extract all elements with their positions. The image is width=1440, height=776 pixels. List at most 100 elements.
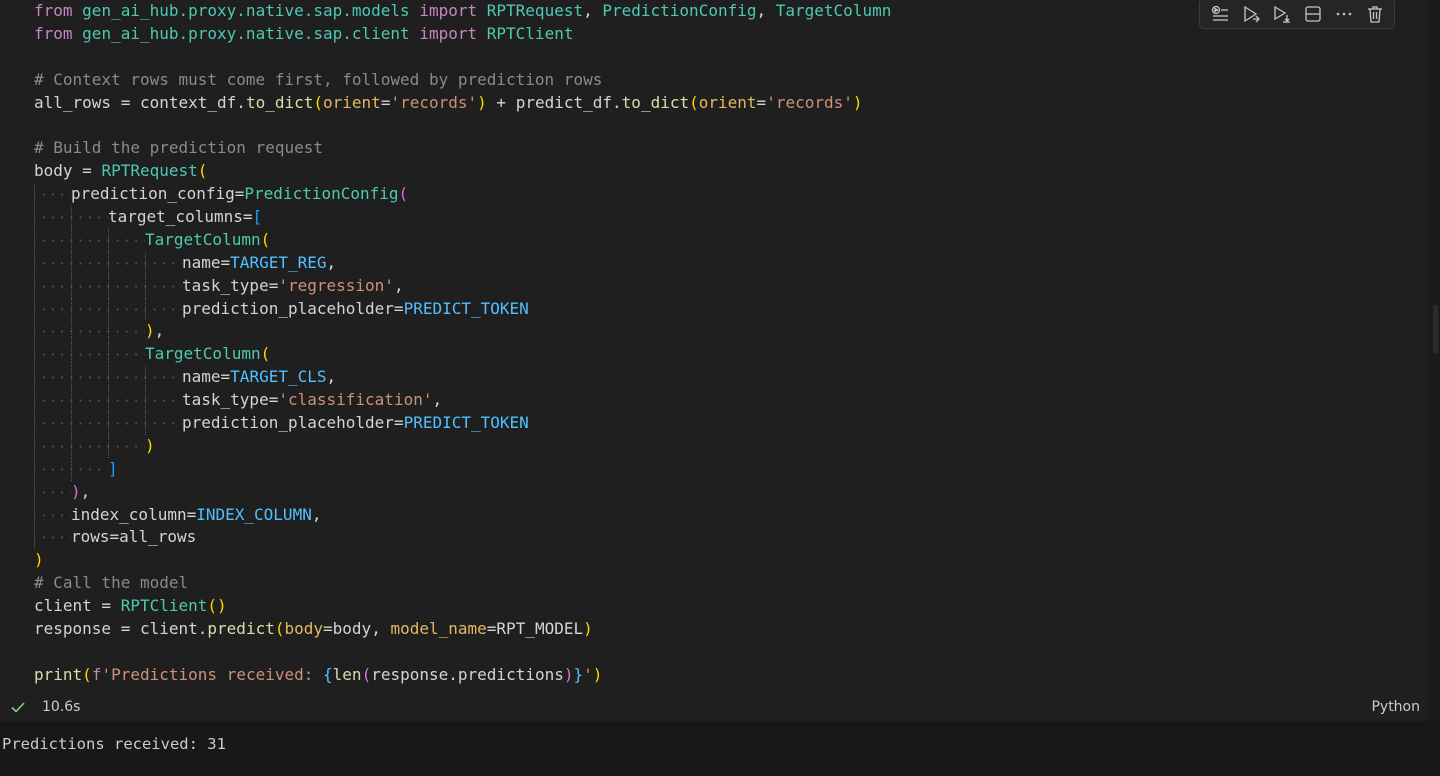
string: 'Predictions received: <box>101 664 324 684</box>
code-line: ), <box>34 480 1414 504</box>
separator: , <box>583 1 603 20</box>
language-selector[interactable]: Python <box>1371 699 1420 715</box>
code-line: print(f'Predictions received: {len(respo… <box>34 664 1414 687</box>
keyword-argument: prediction_placeholder <box>182 298 394 318</box>
indent-guide <box>71 228 108 252</box>
operator: = <box>268 390 279 410</box>
comma: , <box>432 390 443 410</box>
bracket: ( <box>689 92 699 112</box>
string: 'records' <box>766 92 853 112</box>
indent-guide <box>34 389 71 413</box>
code-line: TargetColumn( <box>34 343 1414 367</box>
indent-guide <box>71 320 108 344</box>
split-cell-icon[interactable] <box>1301 2 1325 26</box>
keyword-argument: task_type <box>182 275 269 295</box>
code-line: name=TARGET_CLS, <box>34 366 1414 390</box>
indent-guide <box>34 480 71 504</box>
code-line: TargetColumn( <box>34 228 1414 252</box>
code-line: ) <box>34 549 1414 572</box>
function-name: print <box>34 664 83 684</box>
keyword-argument: rows <box>71 527 110 547</box>
code-line: prediction_config=PredictionConfig( <box>34 183 1414 207</box>
operator: = <box>220 367 231 387</box>
expression: response.predictions <box>371 664 564 684</box>
variable: body <box>34 161 73 181</box>
operator: = <box>91 596 121 616</box>
class-name: TargetColumn <box>775 1 892 20</box>
indent-guide <box>34 412 71 435</box>
bracket: ) <box>34 550 44 570</box>
code-line: name=TARGET_REG, <box>34 251 1414 275</box>
run-cell-icon[interactable] <box>1239 2 1263 26</box>
bracket: ( <box>197 161 208 181</box>
constant: PREDICT_TOKEN <box>403 298 529 318</box>
code-line: client = RPTClient() <box>34 595 1414 618</box>
operator: = <box>268 275 279 295</box>
function-name: to_dict <box>245 92 314 112</box>
bracket: [ <box>252 207 263 227</box>
code-line: prediction_placeholder=PREDICT_TOKEN <box>34 412 1414 435</box>
separator: , <box>371 619 391 639</box>
bracket: ( <box>82 664 92 684</box>
function-name: len <box>332 664 362 684</box>
operator: = <box>109 527 120 547</box>
comment: # Context rows must come first, followed… <box>34 69 603 89</box>
indent-guide <box>34 457 71 481</box>
indent-guide <box>34 320 71 344</box>
operator: = <box>234 184 245 204</box>
argument-name: orient <box>323 92 381 112</box>
code-line: rows=all_rows <box>34 526 1414 550</box>
indent-guide <box>108 297 145 321</box>
indent-guide <box>145 389 182 413</box>
code-line: body = RPTRequest( <box>34 160 1414 183</box>
delete-icon[interactable] <box>1363 2 1387 26</box>
function-name: to_dict <box>621 92 690 112</box>
string: 'classification' <box>278 390 433 410</box>
run-below-icon[interactable] <box>1270 2 1294 26</box>
constant: PREDICT_TOKEN <box>403 413 529 433</box>
operator: = <box>323 619 333 639</box>
fstring-prefix: f <box>91 664 102 684</box>
indent-guide <box>108 320 145 344</box>
class-name: TargetColumn <box>145 229 261 249</box>
indent-guide <box>145 251 182 275</box>
variable: predict_df <box>515 92 613 112</box>
indent-guide <box>34 366 71 390</box>
execution-time: 10.6s <box>42 699 81 715</box>
variable: all_rows <box>34 92 112 112</box>
variable: context_df <box>139 92 237 112</box>
variable: client <box>139 619 198 639</box>
right-gutter <box>1427 0 1440 721</box>
indent-guide <box>108 274 145 298</box>
string: 'records' <box>390 92 478 112</box>
operator: = <box>242 207 253 227</box>
operator: = <box>486 619 497 639</box>
bracket: ( <box>260 229 271 249</box>
execute-above-icon[interactable] <box>1208 2 1232 26</box>
bracket: ( <box>313 92 324 112</box>
indent-guide <box>71 434 108 458</box>
class-name: PredictionConfig <box>602 1 757 20</box>
bracket: ( <box>361 664 372 684</box>
indent-guide <box>108 343 145 367</box>
scrollbar-thumb[interactable] <box>1433 305 1438 353</box>
constant: TARGET_CLS <box>230 367 327 387</box>
comma: , <box>80 481 91 501</box>
keyword: import <box>419 23 478 43</box>
bracket: () <box>207 596 227 616</box>
constant: RPT_MODEL <box>496 619 584 639</box>
code-editor[interactable]: from gen_ai_hub.proxy.native.sap.models … <box>34 0 1414 687</box>
indent-guide <box>34 297 71 321</box>
indent-guide <box>71 366 108 390</box>
variable: all_rows <box>119 527 197 547</box>
operator: = <box>756 92 767 112</box>
indent-guide <box>108 389 145 413</box>
cell-output: Predictions received: 31 <box>0 721 1440 776</box>
keyword-argument: task_type <box>182 390 269 410</box>
argument-name: body <box>284 619 324 639</box>
separator: , <box>756 1 776 20</box>
more-icon[interactable] <box>1332 2 1356 26</box>
code-line: target_columns=[ <box>34 206 1414 229</box>
indent-guide <box>145 366 182 390</box>
notebook-code-cell[interactable]: from gen_ai_hub.proxy.native.sap.models … <box>0 0 1427 720</box>
